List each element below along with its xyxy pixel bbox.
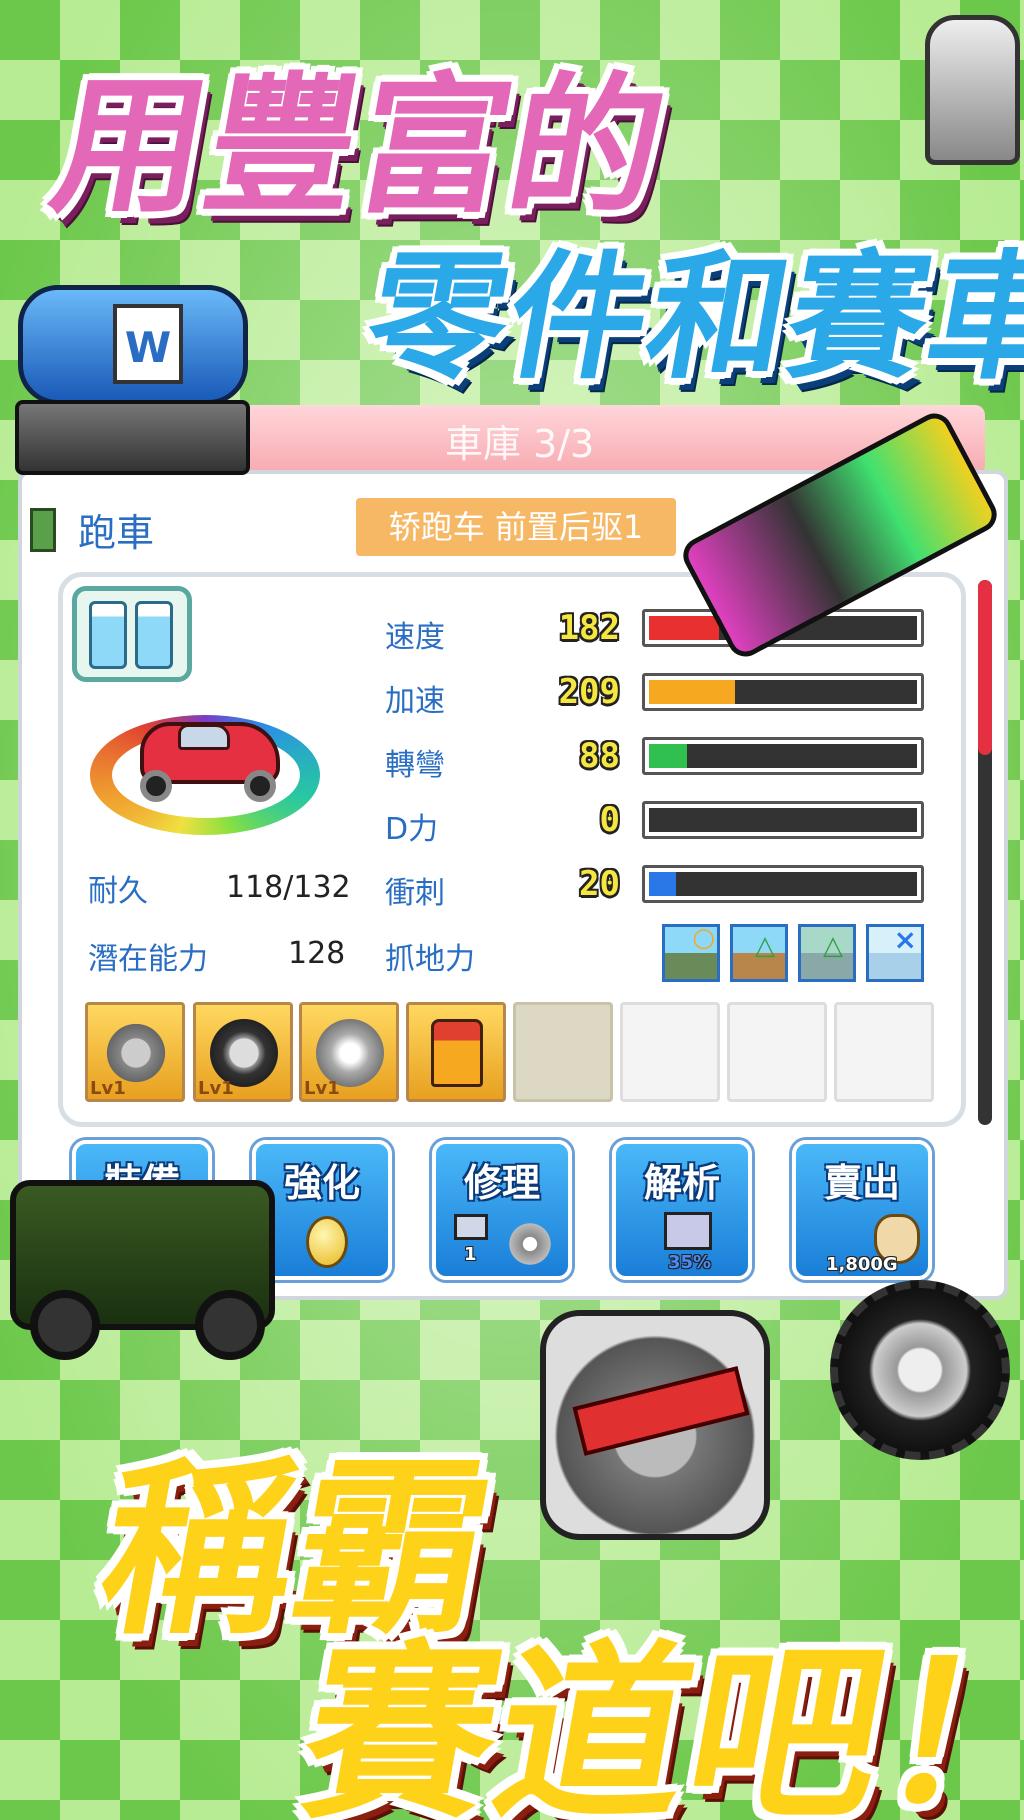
stat-label: 加速 [385,684,445,719]
wheel-icon [316,1019,384,1087]
grip-dirt-icon: △ [730,924,788,982]
part-slot-empty[interactable] [834,1002,934,1102]
grip-dry-icon: ○ [662,923,720,982]
fuel-bottles-icon [72,586,192,682]
upgrade-button-label: 強化 [283,1161,360,1205]
repair-button-label: 修理 [463,1161,540,1205]
headline-line4: 賽道吧！ [287,1624,1024,1820]
oil-can-icon [431,1019,483,1087]
sell-button[interactable]: 賣出 1,800G [792,1140,932,1280]
stat-bar-fill [649,616,719,640]
stat-label: 轉彎 [385,748,445,783]
durability-value: 118/132 [226,870,351,905]
part-slot-empty[interactable] [513,1002,613,1102]
stat-bar-fill [649,744,687,768]
stat-bar [642,737,924,775]
tank-stand-icon [15,400,250,475]
stat-value: 88 [579,736,620,776]
car-wheel-icon [140,770,172,802]
computer-icon [454,1214,488,1240]
potential-label: 潛在能力 [88,942,208,977]
engine-intake-icon [925,15,1020,165]
engine-block-icon [540,1310,770,1540]
analyze-button[interactable]: 解析 35% [612,1140,752,1280]
monitor-icon [664,1212,712,1250]
scrollbar-thumb[interactable] [978,580,992,755]
stat-bar [642,673,924,711]
repair-button[interactable]: 修理 1 [432,1140,572,1280]
stat-value: 20 [579,864,620,904]
nitro-tank-icon: W [18,285,248,405]
spiked-tire-icon [830,1280,1010,1460]
wrench-gear-icon [506,1220,554,1268]
stat-label: 速度 [385,620,445,655]
car-type-icon [30,508,56,552]
part-slot-engine[interactable]: Lv1 [85,1002,185,1102]
part-slot-oil[interactable] [406,1002,506,1102]
headline-line2: 零件和賽車 [355,237,1024,398]
gold-egg-icon [306,1216,348,1268]
stat-value: 182 [558,608,620,648]
stat-value: 209 [558,672,620,712]
stat-label: 衝刺 [385,876,445,911]
grip-label: 抓地力 [385,942,475,977]
stat-bar [642,801,924,839]
grip-snow-icon: × [866,923,924,982]
garage-banner-text: 車庫 3/3 [445,422,595,466]
stat-value: 0 [599,800,620,840]
stat-bar-fill [649,680,735,704]
stat-bar [642,865,924,903]
part-slot-tire[interactable]: Lv1 [193,1002,293,1102]
car-model-badge[interactable]: 轿跑车 前置后驱1 [356,498,676,556]
stat-bar-fill [649,872,676,896]
car-type-label: 跑車 [78,511,155,555]
analyze-button-label: 解析 [643,1161,720,1205]
part-slot-empty[interactable] [620,1002,720,1102]
part-slot-empty[interactable] [727,1002,827,1102]
durability-label: 耐久 [88,874,148,909]
grip-wet-icon: △ [798,924,856,982]
stat-label: D力 [385,812,439,847]
car-wheel-icon [244,770,276,802]
part-slot-wheel[interactable]: Lv1 [299,1002,399,1102]
potential-value: 128 [288,936,346,971]
sell-button-label: 賣出 [823,1161,900,1205]
tire-icon [210,1019,278,1087]
engine-icon [102,1019,170,1087]
